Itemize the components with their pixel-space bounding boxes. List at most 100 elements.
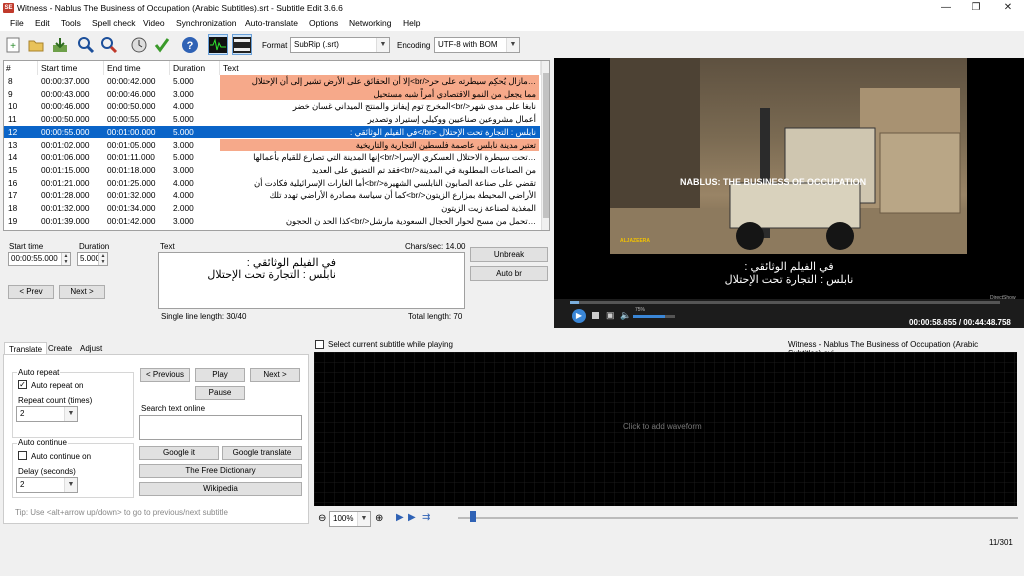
start-time-input[interactable]: 00:00:55.000 ▲ ▼ [8,252,71,266]
replace-icon[interactable] [99,34,119,55]
row-duration: 4.000 [173,190,194,201]
open-folder-icon[interactable] [26,34,46,55]
subtitle-grid[interactable]: # Start time End time Duration Text 8 00:… [3,60,550,231]
zoom-in-icon[interactable]: ⊕ [375,513,383,524]
row-duration: 4.000 [173,177,194,188]
row-text: مما يجعل من النمو الاقتصادي أمراً شبه مس… [220,87,539,101]
video-subtitle-line-1: في الفيلم الوثائقي : [744,261,834,273]
grid-scrollbar[interactable] [541,61,549,230]
encoding-select[interactable]: UTF-8 with BOM ▼ [434,37,520,53]
play-selection-icon[interactable]: ▶ [408,512,416,523]
menu-file[interactable]: File [10,17,24,30]
wikipedia-button[interactable]: Wikipedia [139,482,302,496]
zoom-select[interactable]: 100% ▼ [329,511,371,527]
row-text: …تحت سيطرة الاحتلال العسكري الإسرا</br>إ… [253,152,536,163]
column-header-text[interactable]: Text [221,61,541,75]
table-row[interactable]: 17 00:01:28.000 00:01:32.000 4.000 الأراضي ا… [4,189,540,202]
google-it-button[interactable]: Google it [139,446,219,460]
navigation-tip: Tip: Use <alt+arrow up/down> to go to pr… [15,508,228,517]
table-row[interactable]: 12 00:00:55.000 00:01:00.000 5.000 نابلس : ا… [4,125,540,139]
auto-repeat-checkbox[interactable]: ✓ [18,380,27,389]
zoom-out-icon[interactable]: ⊖ [318,513,326,524]
mute-icon[interactable]: 🔈 [620,310,631,321]
format-select[interactable]: SubRip (.srt) ▼ [290,37,390,53]
repeat-icon[interactable]: ⇉ [422,512,430,523]
waveform-slider-thumb[interactable] [470,511,476,522]
fullscreen-icon[interactable]: ▣ [606,310,615,321]
auto-continue-checkbox[interactable] [18,451,27,460]
next-button[interactable]: Next > [59,285,105,299]
chevron-down-icon: ▼ [64,478,77,492]
help-icon[interactable]: ? [180,34,200,55]
volume-slider[interactable] [633,315,675,318]
menu-synchronization[interactable]: Synchronization [176,17,236,30]
table-row[interactable]: 19 00:01:39.000 00:01:42.000 3.000 …تحمل من … [4,215,540,228]
row-number: 19 [8,215,18,226]
table-row[interactable]: 10 00:00:46.000 00:00:50.000 4.000 نابغا على… [4,100,540,113]
menu-networking[interactable]: Networking [349,17,392,30]
seek-bar[interactable] [570,301,1000,304]
previous-button[interactable]: < Previous [140,368,190,382]
next-subtitle-button[interactable]: Next > [250,368,300,382]
play-waveform-icon[interactable]: ▶ [396,512,404,523]
column-header-end[interactable]: End time [105,61,170,75]
find-icon[interactable] [76,34,96,55]
search-text-input[interactable] [139,415,302,440]
table-row[interactable]: 16 00:01:21.000 00:01:25.000 4.000 تقضي على … [4,177,540,190]
delay-select[interactable]: 2 ▼ [16,477,78,493]
spinner-icon[interactable]: ▲ ▼ [98,253,107,265]
spell-check-icon[interactable] [152,34,172,55]
column-header-start[interactable]: Start time [39,61,104,75]
save-icon[interactable] [50,34,70,55]
unbreak-button[interactable]: Unbreak [470,247,548,262]
svg-text:?: ? [187,40,194,52]
waveform-toggle-icon[interactable] [208,34,228,55]
table-row[interactable]: 8 00:00:37.000 00:00:42.000 5.000 …مازال يُح… [4,75,540,88]
video-player[interactable]: NABLUS: THE BUSINESS OF OCCUPATION ALJAZ… [554,58,1024,328]
prev-button[interactable]: < Prev [8,285,54,299]
play-icon[interactable]: ▶ [572,309,586,323]
column-header-duration[interactable]: Duration [171,61,220,75]
duration-input[interactable]: 5.000 ▲ ▼ [77,252,108,266]
table-row[interactable]: 18 00:01:32.000 00:01:34.000 2.000 المغذية ل… [4,202,540,215]
table-row[interactable]: 14 00:01:06.000 00:01:11.000 5.000 …تحت سيطر… [4,151,540,164]
row-start-time: 00:00:37.000 [41,76,90,86]
click-to-add-waveform[interactable]: Click to add waveform [623,422,702,431]
row-text: …تحمل من مسح لحوار الحجال السعودية مارشل… [285,215,536,226]
select-while-playing-checkbox[interactable] [315,340,324,349]
minimize-icon[interactable]: — [932,0,960,16]
pause-button[interactable]: Pause [195,386,245,400]
free-dictionary-button[interactable]: The Free Dictionary [139,464,302,478]
column-header-number[interactable]: # [4,61,38,75]
google-translate-button[interactable]: Google translate [222,446,302,460]
menu-auto-translate[interactable]: Auto-translate [245,17,298,30]
row-end-time: 00:01:18.000 [107,164,156,175]
table-row[interactable]: 13 00:01:02.000 00:01:05.000 3.000 تعتبر مدي… [4,138,540,152]
maximize-icon[interactable]: ❐ [962,0,990,16]
menu-edit[interactable]: Edit [35,17,50,30]
repeat-count-select[interactable]: 2 ▼ [16,406,78,422]
new-file-icon[interactable]: + [3,34,23,55]
menu-options[interactable]: Options [309,17,338,30]
row-end-time: 00:00:50.000 [107,101,156,112]
waveform-position-slider[interactable] [458,517,1018,519]
menu-help[interactable]: Help [403,17,420,30]
table-row[interactable]: 11 00:00:50.000 00:00:55.000 5.000 أعمال مشر… [4,113,540,126]
row-start-time: 00:00:55.000 [41,126,90,137]
video-toggle-icon[interactable] [232,34,252,55]
play-button[interactable]: Play [195,368,245,382]
scrollbar-thumb[interactable] [543,73,549,218]
spinner-icon[interactable]: ▲ ▼ [61,253,70,265]
waveform-panel[interactable]: Click to add waveform [314,352,1017,506]
visual-sync-icon[interactable] [129,34,149,55]
close-icon[interactable]: ✕ [994,0,1022,16]
table-row[interactable]: 15 00:01:15.000 00:01:18.000 3.000 من الصناع… [4,164,540,177]
subtitle-text-editor[interactable]: في الفيلم الوثائقي : نابلس : التجارة تحت… [158,252,465,309]
format-value: SubRip (.srt) [294,40,339,49]
table-row[interactable]: 9 00:00:43.000 00:00:46.000 3.000 مما يجعل م… [4,87,540,101]
menu-spell-check[interactable]: Spell check [92,17,135,30]
menu-tools[interactable]: Tools [61,17,81,30]
menu-video[interactable]: Video [143,17,165,30]
auto-br-button[interactable]: Auto br [470,266,548,281]
stop-icon[interactable] [592,312,599,319]
